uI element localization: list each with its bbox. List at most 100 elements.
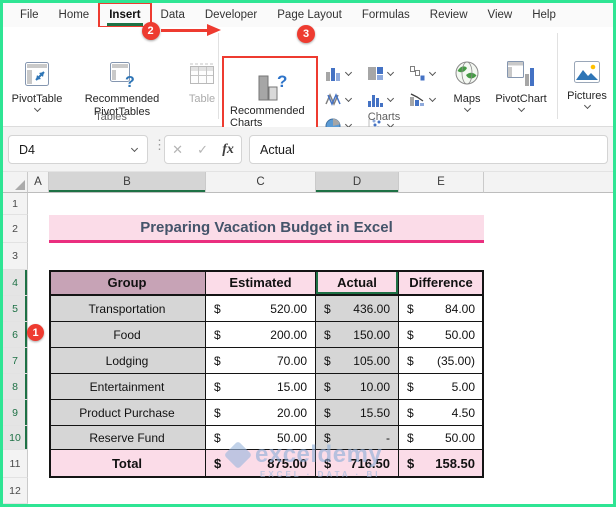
currency-symbol: $ (214, 379, 221, 394)
annotation-arrow (161, 29, 209, 32)
row-header-7[interactable]: 7 (3, 348, 28, 374)
select-all-button[interactable] (3, 172, 28, 193)
hierarchy-chart-button[interactable] (367, 65, 409, 82)
actual-cell[interactable]: $150.00 (316, 322, 399, 348)
cell-a10[interactable] (28, 426, 49, 450)
row-header-1[interactable]: 1 (3, 193, 28, 215)
cell-a3[interactable] (28, 243, 49, 270)
estimated-cell[interactable]: $70.00 (206, 348, 316, 374)
combo-chart-button[interactable] (409, 91, 451, 108)
cancel-icon[interactable]: ✕ (172, 142, 183, 158)
tab-page-layout[interactable]: Page Layout (267, 3, 352, 27)
line-chart-button[interactable] (325, 91, 367, 108)
cell-a9[interactable] (28, 400, 49, 426)
column-header-d[interactable]: D (316, 172, 399, 193)
estimated-cell[interactable]: $15.00 (206, 374, 316, 400)
cell-a8[interactable] (28, 374, 49, 400)
chevron-down-icon (583, 102, 591, 110)
difference-cell[interactable]: $5.00 (399, 374, 484, 400)
row-header-12[interactable]: 12 (3, 478, 28, 504)
cell-a7[interactable] (28, 348, 49, 374)
difference-cell[interactable]: $ (35.00) (399, 348, 484, 374)
cell-a1[interactable] (28, 193, 49, 215)
estimated-cell[interactable]: $520.00 (206, 296, 316, 322)
pivotchart-button[interactable]: PivotChart (492, 60, 550, 113)
estimated-cell[interactable]: $200.00 (206, 322, 316, 348)
cell-a11[interactable] (28, 450, 49, 478)
total-label-cell[interactable]: Total (49, 450, 206, 478)
insert-function-icon[interactable]: fx (222, 142, 234, 158)
column-header-a[interactable]: A (28, 172, 49, 193)
tab-formulas[interactable]: Formulas (352, 3, 420, 27)
name-box[interactable]: D4 (8, 135, 148, 164)
column-chart-icon (326, 67, 340, 81)
cell-a4[interactable] (28, 270, 49, 296)
row-header-4[interactable]: 4 (3, 270, 28, 296)
group-cell[interactable]: Reserve Fund (49, 426, 206, 450)
cell-a5[interactable] (28, 296, 49, 322)
line-chart-icon (325, 92, 341, 106)
enter-icon[interactable]: ✓ (197, 142, 208, 158)
svg-text:?: ? (125, 74, 135, 88)
group-cell[interactable]: Lodging (49, 348, 206, 374)
sheet-title: Preparing Vacation Budget in Excel (140, 219, 393, 236)
actual-cell[interactable]: $ - (316, 426, 399, 450)
column-header-b[interactable]: B (49, 172, 206, 193)
amount: (35.00) (436, 353, 475, 368)
header-cell-estimated[interactable]: Estimated (206, 270, 316, 296)
cell-a12[interactable] (28, 478, 49, 504)
estimated-cell[interactable]: $20.00 (206, 400, 316, 426)
actual-cell[interactable]: $436.00 (316, 296, 399, 322)
tab-home[interactable]: Home (49, 3, 100, 27)
tab-help[interactable]: Help (522, 3, 566, 27)
sheet-row-7: 7 Lodging $70.00 $105.00 $ (35.00) (3, 348, 616, 374)
row-header-5[interactable]: 5 (3, 296, 28, 322)
tab-data[interactable]: Data (151, 3, 195, 27)
group-cell[interactable]: Food (49, 322, 206, 348)
total-difference-cell[interactable]: $158.50 (399, 450, 484, 478)
row-header-10[interactable]: 10 (3, 426, 28, 450)
difference-cell[interactable]: $50.00 (399, 322, 484, 348)
row-header-9[interactable]: 9 (3, 400, 28, 426)
tab-view[interactable]: View (478, 3, 523, 27)
currency-symbol: $ (324, 301, 331, 316)
actual-cell[interactable]: $10.00 (316, 374, 399, 400)
difference-cell[interactable]: $84.00 (399, 296, 484, 322)
actual-cell[interactable]: $15.50 (316, 400, 399, 426)
tab-insert[interactable]: Insert 2 (98, 2, 160, 40)
row-header-6[interactable]: 6 (3, 322, 28, 348)
group-cell[interactable]: Entertainment (49, 374, 206, 400)
header-cell-difference[interactable]: Difference (399, 270, 484, 296)
table-icon (189, 60, 215, 91)
header-cell-actual-active[interactable]: Actual (316, 270, 399, 296)
sheet-title-cell[interactable]: Preparing Vacation Budget in Excel (49, 215, 484, 243)
header-cell-group[interactable]: Group (49, 270, 206, 296)
estimated-cell[interactable]: $50.00 (206, 426, 316, 450)
histogram-chart-button[interactable] (367, 91, 409, 108)
cell-a2[interactable] (28, 215, 49, 243)
maps-button[interactable]: Maps (446, 60, 488, 113)
group-cell[interactable]: Transportation (49, 296, 206, 322)
difference-cell[interactable]: $50.00 (399, 426, 484, 450)
pictures-button[interactable]: Pictures (563, 60, 611, 110)
step-badge-1: 1 (27, 324, 44, 341)
difference-cell[interactable]: $4.50 (399, 400, 484, 426)
actual-cell[interactable]: $105.00 (316, 348, 399, 374)
tab-developer[interactable]: Developer (195, 3, 267, 27)
formula-input[interactable]: Actual (249, 135, 608, 164)
group-cell[interactable]: Product Purchase (49, 400, 206, 426)
row-header-3[interactable]: 3 (3, 243, 28, 270)
row-header-8[interactable]: 8 (3, 374, 28, 400)
total-actual-cell[interactable]: $716.50 (316, 450, 399, 478)
tab-review[interactable]: Review (420, 3, 478, 27)
tab-file[interactable]: File (10, 3, 49, 27)
row-header-2[interactable]: 2 (3, 215, 28, 243)
row-header-11[interactable]: 11 (3, 450, 28, 478)
column-header-e[interactable]: E (399, 172, 484, 193)
currency-symbol: $ (407, 327, 414, 342)
column-chart-button[interactable] (325, 65, 367, 82)
column-header-c[interactable]: C (206, 172, 316, 193)
total-estimated-cell[interactable]: $875.00 (206, 450, 316, 478)
waterfall-chart-button[interactable] (409, 65, 451, 82)
amount: 84.00 (444, 301, 475, 316)
